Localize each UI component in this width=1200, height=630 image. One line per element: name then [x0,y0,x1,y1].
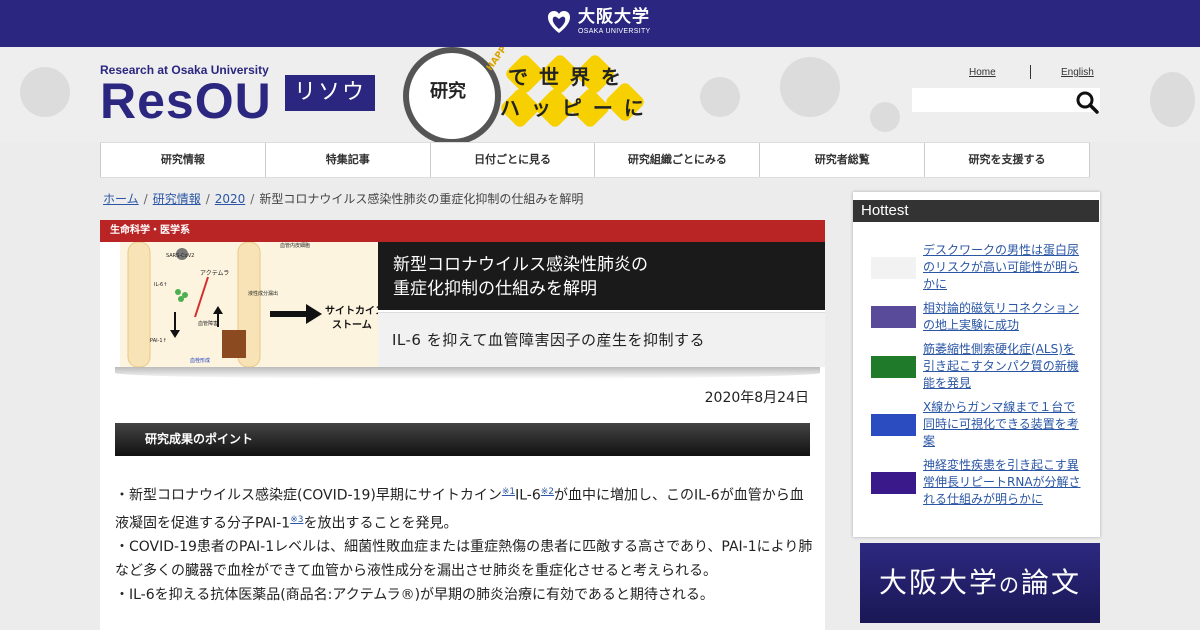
point-1-text-d: を放出することを発見。 [303,515,458,532]
papers-banner[interactable]: 大阪大学の論文 [860,543,1100,623]
article-title: 新型コロナウイルス感染性肺炎の 重症化抑制の仕組みを解明 [378,242,825,310]
figure-label-storm: ストーム [332,319,372,331]
university-name-en: OSAKA UNIVERSITY [578,28,651,35]
footnote-ref-2[interactable]: ※2 [541,487,554,497]
english-link[interactable]: English [1061,67,1094,78]
category-label[interactable]: 生命科学・医学系 [100,220,825,242]
figure-label-sars: SARS-CoV2 [166,253,194,259]
happy-banner-main: 研究 [430,81,466,102]
site-name: ResOU [100,73,272,129]
decor-circle [1150,72,1195,127]
figure-label-actemra: アクテムラ [200,270,229,277]
article-thumbnail[interactable] [871,256,916,279]
article-body: ・新型コロナウイルス感染症(COVID-19)早期にサイトカイン※1IL-6※2… [115,480,815,607]
hottest-heading: Hottest [853,200,1099,222]
happy-banner: 研究 で 世 界 を ハ ッ ピ ー に HAPPY [400,47,650,142]
list-item: デスクワークの男性は蛋白尿のリスクが高い可能性が明らかに [871,242,1093,293]
happy-banner-line1: で 世 界 を [508,65,623,89]
article: 生命科学・医学系 SARS-CoV2 アクテムラ IL-6↑ PAI-1↑ 血管… [100,220,825,630]
figure-label-il6: IL-6↑ [154,282,167,288]
figure-label-vessel-damage: 血管障害 [198,320,218,327]
breadcrumb-year[interactable]: 2020 [215,192,246,206]
list-item: 神経変性疾患を引き起こす異常伸長リピートRNAが分解される仕組みが明らかに [871,457,1093,508]
search-icon[interactable] [1075,90,1099,114]
nav-item-support[interactable]: 研究を支援する [925,143,1090,177]
hottest-link[interactable]: デスクワークの男性は蛋白尿のリスクが高い可能性が明らかに [923,242,1085,293]
decor-circle [780,57,840,117]
figure-label-endothelial: 血管内皮細胞 [280,242,310,249]
breadcrumb-research[interactable]: 研究情報 [153,192,201,206]
breadcrumb-home[interactable]: ホーム [103,192,139,206]
home-link[interactable]: Home [969,67,996,78]
nav-item-research[interactable]: 研究情報 [100,143,266,177]
divider [1030,65,1031,79]
article-thumbnail[interactable] [871,413,916,436]
article-title-line1: 新型コロナウイルス感染性肺炎の [393,255,648,275]
papers-banner-a: 大阪大学 [878,566,999,599]
article-thumbnail[interactable] [871,306,916,328]
article-subtitle: IL-6 を抑えて血管障害因子の産生を抑制する [378,312,825,367]
list-item: X線からガンマ線まで１台で同時に可視化できる装置を考案 [871,399,1093,450]
decor-circle [870,102,900,132]
mechanism-diagram: SARS-CoV2 アクテムラ IL-6↑ PAI-1↑ 血管障害 液性成分漏出… [120,242,378,367]
nav-item-researchers[interactable]: 研究者総覧 [760,143,926,177]
article-thumbnail[interactable] [871,471,916,494]
nav-item-by-date[interactable]: 日付ごとに見る [431,143,596,177]
osaka-university-logo[interactable]: 大阪大学 OSAKA UNIVERSITY [546,9,651,35]
article-thumbnail[interactable] [871,355,916,378]
hottest-link[interactable]: X線からガンマ線まで１台で同時に可視化できる装置を考案 [923,399,1085,450]
decor-circle [700,77,740,117]
list-item: 筋萎縮性側索硬化症(ALS)を引き起こすタンパク質の新機能を発見 [871,341,1093,392]
papers-banner-c: 論文 [1021,566,1082,599]
list-item: 相対論的磁気リコネクションの地上実験に成功 [871,300,1093,334]
main-nav: 研究情報 特集記事 日付ごとに見る 研究組織ごとにみる 研究者総覧 研究を支援す… [100,142,1090,178]
figure-label-cytokine: サイトカイン [325,305,378,317]
search-input[interactable] [912,88,1100,112]
top-bar: 大阪大学 OSAKA UNIVERSITY [0,0,1200,47]
nav-item-features[interactable]: 特集記事 [266,143,431,177]
sidebar-hottest: Hottest デスクワークの男性は蛋白尿のリスクが高い可能性が明らかに 相対論… [853,192,1100,537]
hottest-link[interactable]: 神経変性疾患を引き起こす異常伸長リピートRNAが分解される仕組みが明らかに [923,457,1085,508]
happy-banner-line2: ハ ッ ピ ー に [500,96,646,120]
resou-logo[interactable]: Research at Osaka University ResOU [100,63,272,129]
university-mark-icon [548,11,570,33]
points-heading: 研究成果のポイント [115,423,810,456]
article-figure: SARS-CoV2 アクテムラ IL-6↑ PAI-1↑ 血管障害 液性成分漏出… [120,242,378,367]
figure-label-pai1: PAI-1↑ [150,338,167,344]
footnote-ref-3[interactable]: ※3 [290,515,303,525]
publish-date: 2020年8月24日 [704,390,809,406]
hottest-list: デスクワークの男性は蛋白尿のリスクが高い可能性が明らかに 相対論的磁気リコネクシ… [871,242,1093,515]
divider-shadow [115,367,820,379]
papers-banner-b: の [999,573,1021,597]
site-kana-badge: リソウ [285,75,375,111]
point-2: ・COVID-19患者のPAI-1レベルは、細菌性敗血症または重症熱傷の患者に匹… [115,539,813,580]
breadcrumb: ホーム / 研究情報/2020/新型コロナウイルス感染性肺炎の重症化抑制の仕組みを解… [103,192,584,206]
article-title-line2: 重症化抑制の仕組みを解明 [393,279,597,299]
point-1-text-a: ・新型コロナウイルス感染症(COVID-19)早期にサイトカイン [115,487,502,504]
site-header: Research at Osaka University ResOU リソウ 研… [0,47,1200,142]
decor-circle [20,67,70,117]
point-1-text-b: IL-6 [515,487,541,504]
point-1: ・新型コロナウイルス感染症(COVID-19)早期にサイトカイン※1IL-6※2… [115,480,815,535]
footnote-ref-1[interactable]: ※1 [502,487,515,497]
breadcrumb-current: 新型コロナウイルス感染性肺炎の重症化抑制の仕組みを解明 [259,192,584,206]
point-3: ・IL-6を抑える抗体医薬品(商品名:アクテムラ®)が早期の肺炎治療に有効である… [115,587,714,604]
nav-item-by-organization[interactable]: 研究組織ごとにみる [595,143,761,177]
hottest-link[interactable]: 筋萎縮性側索硬化症(ALS)を引き起こすタンパク質の新機能を発見 [923,341,1085,392]
figure-label-thrombus: 血栓形成 [190,357,210,364]
hottest-link[interactable]: 相対論的磁気リコネクションの地上実験に成功 [923,300,1085,334]
figure-label-leakage: 液性成分漏出 [248,290,278,297]
university-name-jp: 大阪大学 [578,7,650,27]
